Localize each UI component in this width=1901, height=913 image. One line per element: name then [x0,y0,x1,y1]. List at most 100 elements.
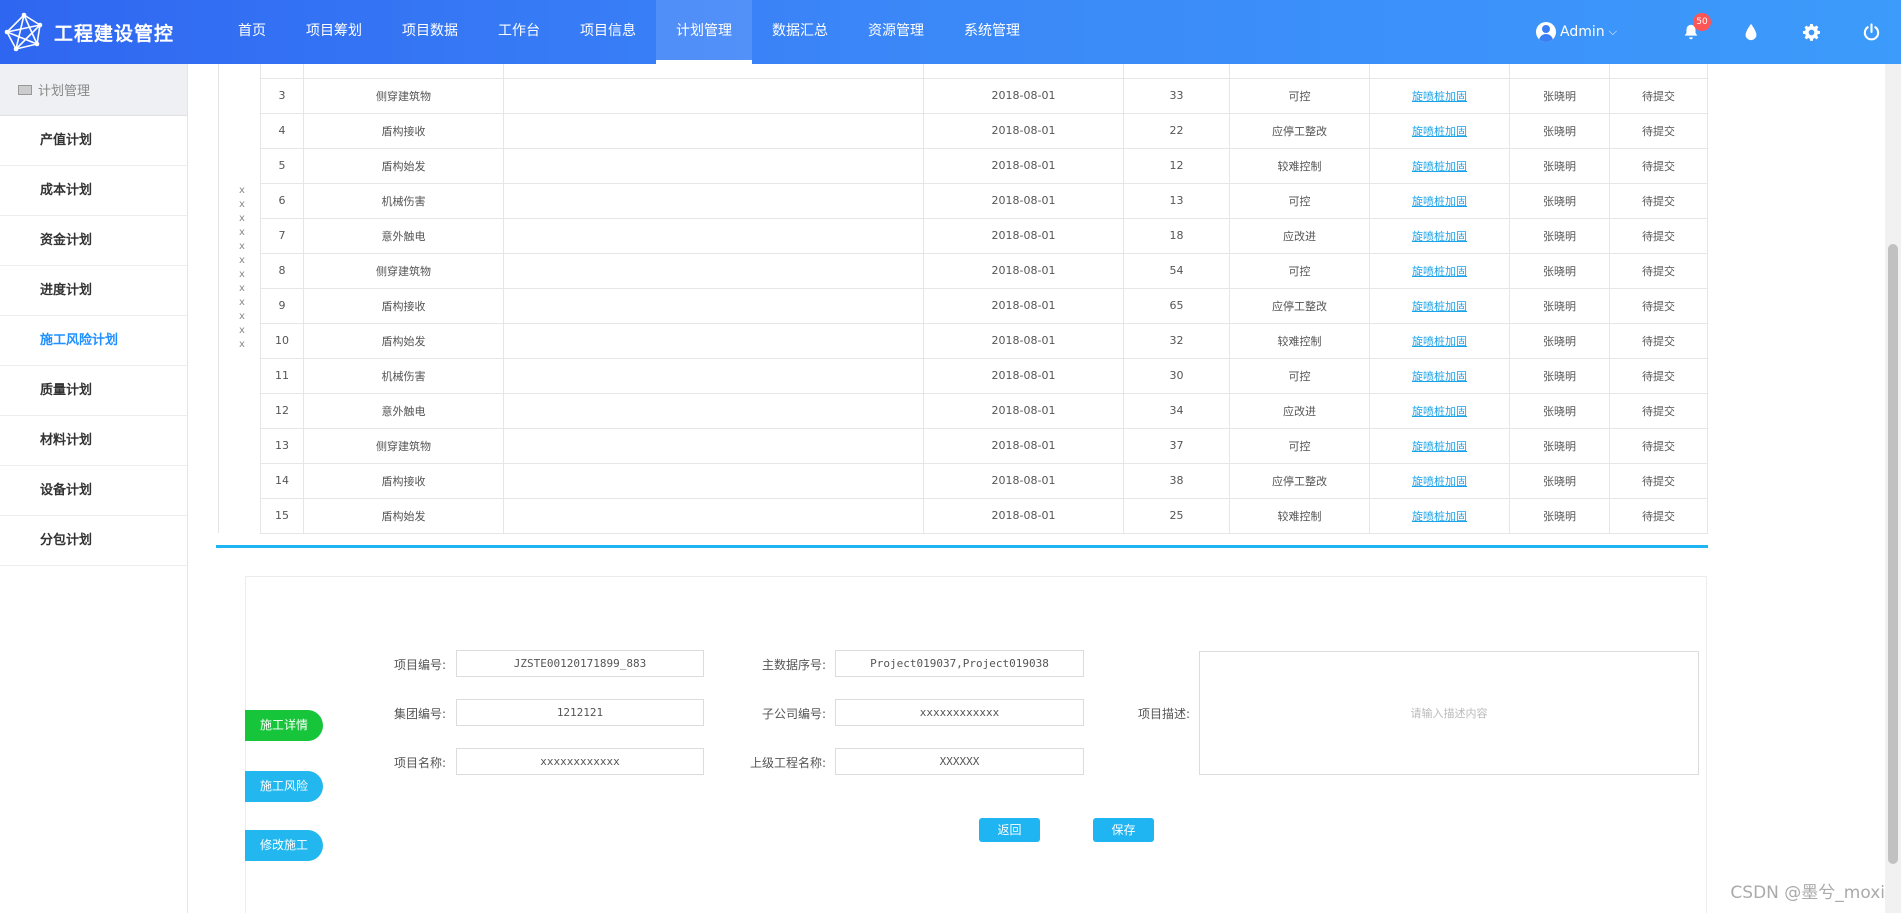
cell-idx: 13 [260,427,304,464]
nav-item[interactable]: 数据汇总 [752,0,848,64]
measure-link[interactable]: 旋喷桩加固 [1412,440,1467,453]
section-divider [216,545,1708,548]
user-name: Admin [1560,24,1605,40]
sidebar-item[interactable]: 成本计划 [0,166,187,216]
header-actions: Admin ⌵ 50 [1536,0,1901,64]
nav-item[interactable]: 计划管理 [656,0,752,64]
project-name-field[interactable] [456,748,704,775]
cell-status: 待提交 [1609,427,1708,464]
sidebar-item[interactable]: 分包计划 [0,516,187,566]
table-row: 5 盾构始发 2018-08-01 12 较难控制 旋喷桩加固 张晓明 待提交 [260,147,1708,184]
cell-idx: 14 [260,462,304,499]
cell-num: 18 [1123,217,1230,254]
tab-construction-risk[interactable]: 施工风险 [245,771,323,802]
cell-desc [503,392,924,429]
project-desc-label: 项目描述: [1137,707,1190,721]
sidebar-item[interactable]: 产值计划 [0,116,187,166]
sidebar-item[interactable]: 进度计划 [0,266,187,316]
cell-level: 较难控制 [1229,322,1370,359]
cell-date: 2018-08-01 [923,462,1124,499]
measure-link[interactable]: 旋喷桩加固 [1412,195,1467,208]
measure-link[interactable]: 旋喷桩加固 [1412,265,1467,278]
back-button[interactable]: 返回 [979,818,1040,842]
cell-person: 张晓明 [1509,217,1610,254]
save-button[interactable]: 保存 [1093,818,1154,842]
measure-link[interactable]: 旋喷桩加固 [1412,125,1467,138]
cell-status: 待提交 [1609,182,1708,219]
sidebar-item[interactable]: 资金计划 [0,216,187,266]
cell-level: 可控 [1229,357,1370,394]
cell-person: 张晓明 [1509,497,1610,534]
cell-person: 张晓明 [1509,112,1610,149]
cell-date: 2018-08-01 [923,182,1124,219]
cell-link: 旋喷桩加固 [1369,112,1510,149]
measure-link[interactable]: 旋喷桩加固 [1412,475,1467,488]
nav-item[interactable]: 首页 [218,0,286,64]
user-menu[interactable]: Admin ⌵ [1536,22,1617,42]
cell-person: 张晓明 [1509,392,1610,429]
measure-link[interactable]: 旋喷桩加固 [1412,90,1467,103]
sidebar-item[interactable]: 设备计划 [0,466,187,516]
measure-link[interactable]: 旋喷桩加固 [1412,335,1467,348]
group-no-field[interactable] [456,699,704,726]
measure-link[interactable]: 旋喷桩加固 [1412,370,1467,383]
nav-item[interactable]: 项目信息 [560,0,656,64]
measure-link[interactable]: 旋喷桩加固 [1412,510,1467,523]
measure-link[interactable]: 旋喷桩加固 [1412,300,1467,313]
sidebar-item[interactable]: 施工风险计划 [0,316,187,366]
scrollbar-thumb[interactable] [1888,244,1898,864]
row-marker: x [239,297,245,308]
table-row: 10 盾构始发 2018-08-01 32 较难控制 旋喷桩加固 张晓明 待提交 [260,322,1708,359]
theme-button[interactable] [1721,0,1781,64]
measure-link[interactable]: 旋喷桩加固 [1412,160,1467,173]
cell-link: 旋喷桩加固 [1369,462,1510,499]
cell-desc [503,77,924,114]
cell-name: 侧穿建筑物 [303,252,504,289]
app-logo[interactable]: 工程建设管控 [0,12,210,52]
cell-num: 54 [1123,252,1230,289]
nav-item[interactable]: 项目筹划 [286,0,382,64]
nav-item[interactable]: 资源管理 [848,0,944,64]
cell-link: 旋喷桩加固 [1369,147,1510,184]
cell-person: 张晓明 [1509,462,1610,499]
cell-name: 盾构接收 [303,112,504,149]
cell-date: 2018-08-01 [923,427,1124,464]
nav-item[interactable]: 项目数据 [382,0,478,64]
cell-idx: 12 [260,392,304,429]
parent-project-field[interactable] [835,748,1084,775]
nav-item[interactable]: 工作台 [478,0,560,64]
page-scrollbar[interactable] [1885,64,1901,913]
cell-num: 12 [1123,147,1230,184]
project-no-field[interactable] [456,650,704,677]
network-logo-icon [4,12,43,52]
main-nav: 首页 项目筹划 项目数据 工作台 项目信息 计划管理 数据汇总 资源管理 系统管理 [210,0,1040,64]
cell-num: 33 [1123,77,1230,114]
cell-level: 应改进 [1229,392,1370,429]
cell-name: 盾构始发 [303,322,504,359]
cell-desc [503,462,924,499]
nav-item[interactable]: 系统管理 [944,0,1040,64]
cell-idx: 10 [260,322,304,359]
measure-link[interactable]: 旋喷桩加固 [1412,405,1467,418]
sidebar-item[interactable]: 材料计划 [0,416,187,466]
row-markers: xxxxxxxxxxxx [237,184,247,352]
main-seq-field[interactable] [835,650,1084,677]
logout-button[interactable] [1841,0,1901,64]
tab-construction-detail[interactable]: 施工详情 [245,710,323,741]
main-seq-label: 主数据序号: [761,658,826,672]
notification-badge: 50 [1693,13,1711,31]
gear-icon [1802,23,1820,41]
sidebar-item[interactable]: 质量计划 [0,366,187,416]
cell-status: 待提交 [1609,287,1708,324]
row-marker: x [239,339,245,350]
notification-button[interactable]: 50 [1661,0,1721,64]
cell-person: 张晓明 [1509,357,1610,394]
project-desc-textarea[interactable]: 请输入描述内容 [1199,651,1699,775]
measure-link[interactable]: 旋喷桩加固 [1412,230,1467,243]
settings-button[interactable] [1781,0,1841,64]
row-marker: x [239,213,245,224]
cell-link: 旋喷桩加固 [1369,252,1510,289]
sub-company-field[interactable] [835,699,1084,726]
tab-modify-construction[interactable]: 修改施工 [245,830,323,861]
cell-desc [503,182,924,219]
